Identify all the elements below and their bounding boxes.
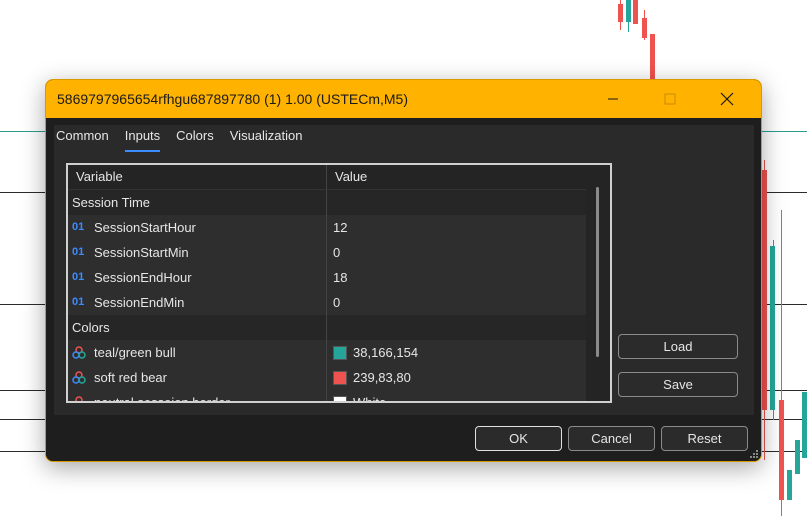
chart-candle	[650, 34, 655, 80]
properties-dialog: 5869797965654rfhgu687897780 (1) 1.00 (US…	[45, 79, 762, 462]
group-row-colors[interactable]: Colors	[68, 315, 586, 341]
param-variable-cell: soft red bear	[68, 365, 327, 390]
param-value[interactable]: 0	[327, 290, 340, 315]
chart-candle	[762, 170, 767, 410]
maximize-button	[647, 80, 693, 118]
tab-inputs[interactable]: Inputs	[124, 128, 161, 152]
chart-candle	[802, 392, 807, 458]
close-icon	[720, 92, 734, 106]
integer-type-icon: 01	[72, 271, 85, 283]
inputs-grid: Variable Value Session Time 01 SessionSt…	[66, 163, 612, 403]
param-row-bear-color[interactable]: soft red bear 239,83,80	[68, 365, 586, 391]
tab-visualization[interactable]: Visualization	[230, 128, 303, 152]
param-name: soft red bear	[94, 370, 167, 385]
tab-common[interactable]: Common	[56, 128, 109, 152]
param-value[interactable]: 18	[327, 265, 347, 290]
chart-candle	[626, 0, 631, 22]
param-name: teal/green bull	[94, 345, 176, 360]
param-name: SessionStartMin	[94, 245, 189, 260]
param-name: neutral sessoion border	[94, 395, 230, 403]
tab-bar: Common Inputs Colors Visualization	[56, 128, 303, 152]
chart-candle	[795, 440, 800, 474]
color-swatch	[333, 395, 347, 401]
close-button[interactable]	[704, 80, 750, 118]
param-name: SessionEndHour	[94, 270, 192, 285]
column-header-variable[interactable]: Variable	[68, 165, 327, 189]
grid-scrollbar[interactable]	[596, 187, 599, 357]
param-row-bull-color[interactable]: teal/green bull 38,166,154	[68, 340, 586, 366]
integer-type-icon: 01	[72, 221, 85, 233]
param-color-value[interactable]: 239,83,80	[327, 365, 411, 390]
param-variable-cell: 01 SessionStartHour	[68, 215, 327, 240]
maximize-icon	[664, 93, 676, 105]
param-value[interactable]: 0	[327, 240, 340, 265]
param-variable-cell: 01 SessionEndMin	[68, 290, 327, 315]
group-row-session-time[interactable]: Session Time	[68, 190, 586, 216]
reset-button[interactable]: Reset	[661, 426, 748, 451]
chart-candle	[779, 400, 784, 500]
param-value: White	[353, 395, 387, 403]
save-button[interactable]: Save	[618, 372, 738, 397]
dialog-title: 5869797965654rfhgu687897780 (1) 1.00 (US…	[57, 91, 409, 107]
chart-candle	[770, 246, 775, 410]
group-label: Colors	[68, 315, 327, 340]
param-name: SessionStartHour	[94, 220, 196, 235]
column-header-value[interactable]: Value	[327, 165, 367, 189]
color-swatch	[333, 370, 347, 385]
param-variable-cell: teal/green bull	[68, 340, 327, 365]
param-row-sessionendhour[interactable]: 01 SessionEndHour 18	[68, 265, 586, 291]
chart-candle	[642, 18, 647, 38]
color-palette-icon	[72, 345, 94, 360]
resize-grip-icon[interactable]	[749, 449, 759, 459]
integer-type-icon: 01	[72, 296, 85, 308]
chart-candle	[618, 4, 623, 22]
param-variable-cell: 01 SessionStartMin	[68, 240, 327, 265]
integer-type-icon: 01	[72, 246, 85, 258]
grid-header: Variable Value	[68, 165, 586, 190]
param-variable-cell: neutral sessoion border	[68, 390, 327, 403]
load-button[interactable]: Load	[618, 334, 738, 359]
param-row-sessionendmin[interactable]: 01 SessionEndMin 0	[68, 290, 586, 316]
param-value[interactable]: 12	[327, 215, 347, 240]
minimize-icon	[608, 98, 618, 100]
group-label: Session Time	[68, 190, 327, 215]
dialog-titlebar[interactable]: 5869797965654rfhgu687897780 (1) 1.00 (US…	[46, 80, 761, 118]
color-palette-icon	[72, 395, 94, 401]
param-row-sessionstarthour[interactable]: 01 SessionStartHour 12	[68, 215, 586, 241]
param-color-value[interactable]: White	[327, 390, 387, 403]
color-palette-icon	[72, 370, 94, 385]
param-name: SessionEndMin	[94, 295, 185, 310]
tab-colors[interactable]: Colors	[176, 128, 214, 152]
param-row-border-color[interactable]: neutral sessoion border White	[68, 390, 586, 403]
param-variable-cell: 01 SessionEndHour	[68, 265, 327, 290]
param-value: 38,166,154	[353, 345, 419, 360]
chart-candle	[787, 470, 792, 500]
param-row-sessionstartmin[interactable]: 01 SessionStartMin 0	[68, 240, 586, 266]
param-value: 239,83,80	[353, 370, 411, 385]
chart-candle	[633, 0, 638, 24]
cancel-button[interactable]: Cancel	[568, 426, 655, 451]
param-color-value[interactable]: 38,166,154	[327, 340, 418, 365]
color-swatch	[333, 345, 347, 360]
minimize-button[interactable]	[590, 80, 636, 118]
ok-button[interactable]: OK	[475, 426, 562, 451]
group-value	[327, 190, 333, 215]
group-value	[327, 315, 333, 340]
